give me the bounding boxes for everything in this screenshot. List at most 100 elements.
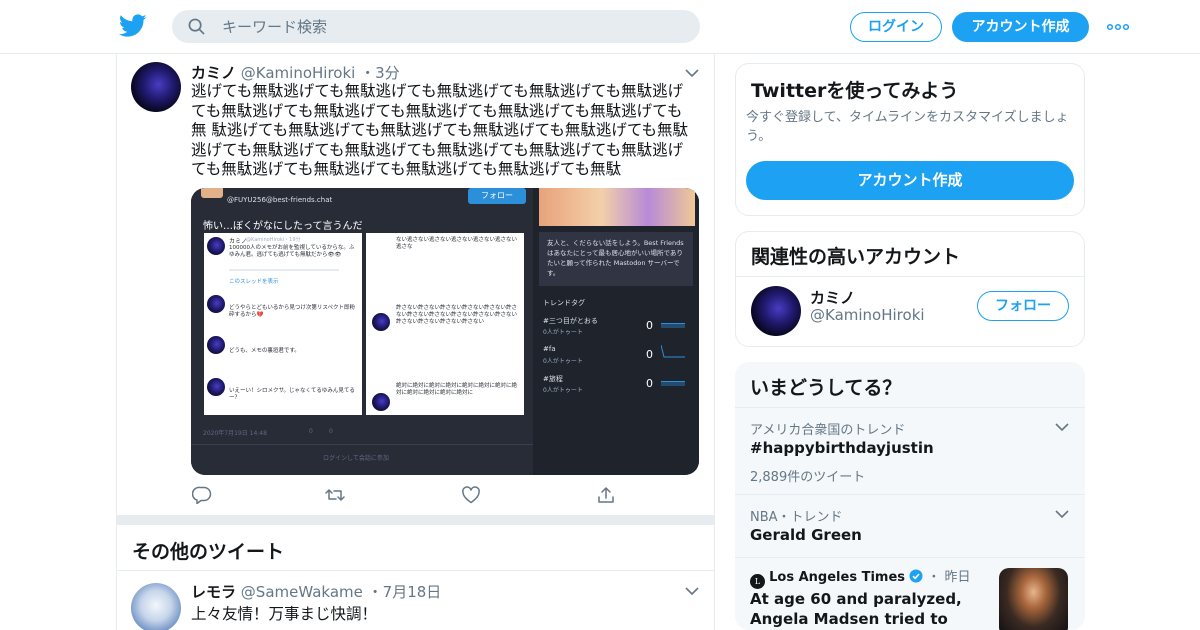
media-trend-sparkline [661,345,685,358]
news-headline[interactable]: At age 60 and paralyzed, Angela Madsen t… [750,589,975,630]
chevron-down-icon[interactable] [685,69,699,78]
media-toot-text: 怖い…ぼくがなにしたって言うんだ [203,221,363,232]
media-trend-tag: #fa [543,345,556,353]
media-forgive-text: 許さない許さない許さない許さない許さない許さない許さない許さない許さない許さない… [396,305,518,325]
avatar[interactable] [751,286,801,336]
media-card1-handle: @KaminoHiroki・19分 [246,237,301,243]
media-trend-sparkline [661,381,685,386]
news-item[interactable]: L Los Angeles Times ・ 昨日 At age 60 and p… [735,557,1085,630]
avatar[interactable] [131,583,181,630]
more-options-icon[interactable] [1107,23,1129,31]
search-box[interactable] [172,10,700,43]
like-icon[interactable] [461,486,481,504]
search-input[interactable] [222,10,682,43]
media-reply-avatar [207,295,225,313]
media-card2-text: どうやらとどもいるから見つけ次第リスペクト即粉砕するから💔 [229,305,356,318]
chevron-down-icon[interactable] [1055,423,1069,432]
media-trend-sparkline [661,323,685,328]
media-profile-handle: @FUYU256@best-friends.chat [227,196,333,204]
media-trend-sub: 0人がトゥート [543,387,583,394]
media-reply-column-right: ない逃さない逃さない逃さない逃さない逃さない逃さな 許さない許さない許さない許さ… [366,233,524,415]
media-timestamp: 2020年7月19日 14:48 [203,430,267,437]
news-time: ・ 昨日 [927,570,971,585]
media-reply-avatar [207,378,225,396]
media-never-text: 絶対に絶対に絶対に絶対に絶対に絶対に絶対に絶対に絶対に絶対に絶対に絶対に [396,383,518,396]
media-login-prompt: ログインして会話に参加 [323,455,389,462]
media-divider [229,269,339,271]
related-account-handle[interactable]: @KaminoHiroki [810,306,925,324]
more-tweets-heading: その他のツイート [132,541,285,563]
media-boosts-count: 0 [309,428,313,435]
media-show-thread: このスレッドを表示 [229,279,279,285]
news-thumbnail[interactable] [999,568,1068,630]
media-card1-name: カミノ [229,238,248,245]
media-trend-count: 0 [646,319,653,332]
twitter-logo-icon[interactable] [119,13,147,39]
tweet-time[interactable]: 7月18日 [383,583,442,601]
media-reply-avatar [372,313,390,331]
follow-button[interactable]: フォロー [977,291,1069,321]
media-trend-count: 0 [646,377,653,390]
signup-button[interactable]: アカウント作成 [952,12,1089,42]
tweet-author-name[interactable]: レモラ [191,583,236,601]
media-follow-button: フォロー [468,188,526,204]
media-trend-row: #旅程 0人がトゥート 0 [543,374,693,394]
signup-card: Twitterを使ってみよう 今すぐ登録して、タイムラインをカスタマイズしましょ… [735,63,1085,216]
tweet-text: 上々友情！万事まじ快調！ [191,605,378,623]
media-trend-row: #三つ目がとおる 0人がトゥート 0 [543,316,693,336]
tweet-author-name[interactable]: カミノ [191,64,236,82]
related-account-name[interactable]: カミノ [810,287,855,308]
divider [117,570,714,571]
media-trend-sub: 0人がトゥート [543,358,583,365]
media-card3-text: どうも、メモの裏垣君です。 [229,348,300,354]
tweet-header: カミノ @KaminoHiroki ・3分 [191,62,400,83]
trend-name[interactable]: #happybirthdayjustin [750,439,934,457]
trend-item[interactable]: アメリカ合衆国のトレンド #happybirthdayjustin 2,889件… [735,407,1085,494]
news-source-name[interactable]: Los Angeles Times [769,570,905,585]
media-favs-count: 0 [329,428,333,435]
news-source: L Los Angeles Times ・ 昨日 [750,566,970,589]
trend-name[interactable]: Gerald Green [750,526,862,544]
retweet-icon[interactable] [325,486,345,504]
tweet-author-handle[interactable]: @SameWakame [241,583,363,601]
trend-context: アメリカ合衆国のトレンド [750,423,906,438]
chevron-down-icon[interactable] [1055,510,1069,519]
media-reply-avatar [207,336,225,354]
media-trend-tag: #三つ目がとおる [543,317,598,325]
media-server-banner [539,188,695,226]
main-column: カミノ @KaminoHiroki ・3分 逃げても無駄逃げても無駄逃げても無駄… [116,54,715,630]
avatar[interactable] [131,62,181,112]
tweet-separator: ・ [367,583,383,601]
media-card1-text: 100000人のメモがお前を監視しているからな。ふゆみん君。逃げても逃げても無駄… [229,245,355,258]
trends-title: いまどうしてる？ [750,377,902,399]
tweet-header: レモラ @SameWakame ・7月18日 [191,581,441,602]
signup-card-button[interactable]: アカウント作成 [746,161,1074,200]
related-accounts-title: 関連性の高いアカウント [751,246,961,268]
media-trends-title: トレンドタグ [543,299,585,307]
tweet-text: 逃げても無駄逃げても無駄逃げても無駄逃げても無駄逃げても無駄逃げても無駄逃げても… [191,82,689,178]
media-reply-avatar [372,393,390,411]
trends-card: いまどうしてる？ アメリカ合衆国のトレンド #happybirthdayjust… [735,362,1085,630]
section-separator [117,515,714,525]
media-reply-column-left: カミノ @KaminoHiroki・19分 100000人のメモがお前を監視して… [204,233,362,415]
top-bar: ログイン アカウント作成 [0,0,1200,54]
login-button[interactable]: ログイン [850,12,942,42]
tweet-time[interactable]: 3分 [375,64,400,82]
signup-card-subtitle: 今すぐ登録して、タイムラインをカスタマイズしましょう。 [746,110,1069,144]
trend-item[interactable]: NBA・トレンド Gerald Green [735,494,1085,557]
verified-badge-icon [909,569,923,583]
media-divider [191,444,533,445]
trend-tweet-count: 2,889件のツイート [750,470,866,485]
chevron-down-icon[interactable] [685,587,699,596]
media-profile-avatar [201,188,223,198]
tweet-author-handle[interactable]: @KaminoHiroki [241,64,356,82]
media-reply-avatar [207,237,225,255]
la-times-logo-icon: L [750,574,765,589]
search-icon [188,18,205,35]
share-icon[interactable] [596,486,616,504]
media-card4-text: いえーい！シロメクサ。じゃなくてるゆみん見てるー？ [229,388,355,401]
media-trend-tag: #旅程 [543,375,563,383]
reply-icon[interactable] [192,486,212,504]
signup-card-title: Twitterを使ってみよう [751,80,959,102]
tweet-media-image[interactable]: @FUYU256@best-friends.chat フォロー 怖い…ぼくがなに… [191,188,699,475]
